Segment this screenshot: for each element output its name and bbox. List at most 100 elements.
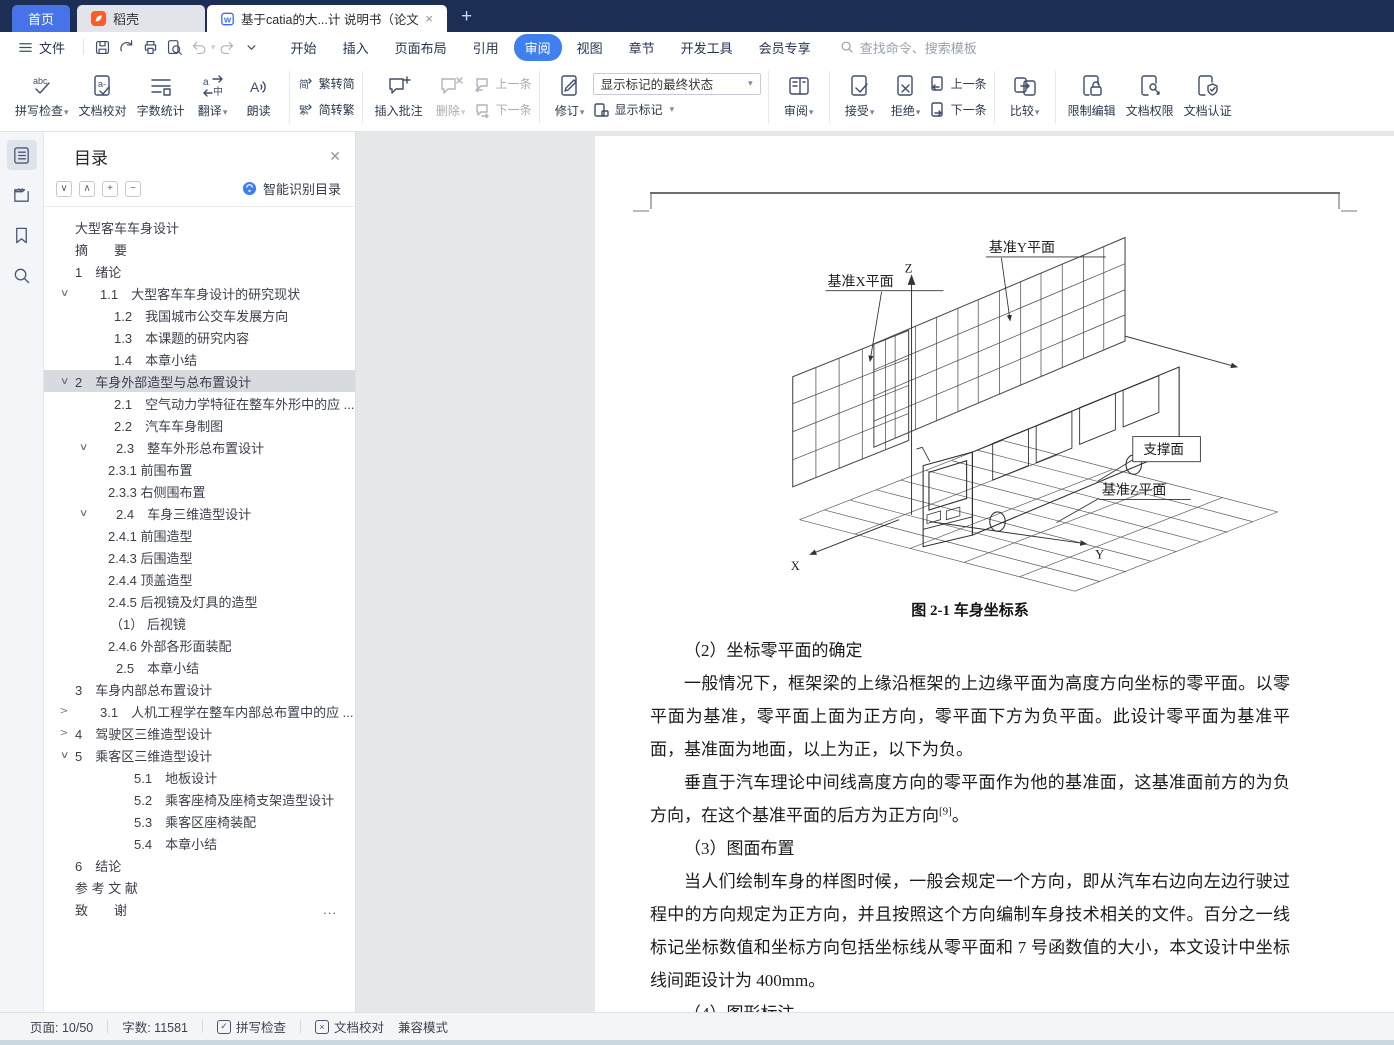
accept-change-button[interactable]: 接受▾	[837, 72, 883, 121]
toc-item[interactable]: 5.1 地板设计	[44, 766, 355, 788]
toc-item[interactable]: 5.2 乘客座椅及座椅支架造型设计	[44, 788, 355, 810]
toc-item[interactable]: 2.4.6 外部各形面装配	[44, 634, 355, 656]
tab-document[interactable]: W 基于catia的大...计 说明书（论文） ×	[207, 5, 447, 32]
menu-tab-插入[interactable]: 插入	[332, 34, 380, 61]
smart-toc-button[interactable]: 智能识别目录	[242, 179, 341, 198]
toc-item[interactable]: 2.4.3 后围造型	[44, 546, 355, 568]
bookmark-button[interactable]	[7, 220, 37, 250]
doc-proof-status[interactable]: × 文档校对	[315, 1017, 384, 1036]
find-button[interactable]	[7, 260, 37, 290]
markup-state-select[interactable]: 显示标记的最终状态 ▾	[592, 72, 761, 95]
delete-comment-button[interactable]: 删除▾	[428, 72, 474, 121]
chevron-right-icon[interactable]: >	[60, 728, 68, 739]
toc-item[interactable]: 1 绪论	[44, 260, 355, 282]
chevron-right-icon[interactable]: >	[60, 706, 68, 717]
toc-item[interactable]: 2.3.3 右侧围布置	[44, 480, 355, 502]
menu-tab-会员专享[interactable]: 会员专享	[748, 34, 822, 61]
prev-change-button[interactable]: 上一条	[929, 73, 987, 95]
collapse-all-button[interactable]: ∧	[79, 180, 95, 197]
reject-change-button[interactable]: 拒绝▾	[883, 72, 929, 121]
toc-item[interactable]: ∨ 2 车身外部造型与总布置设计	[44, 370, 355, 392]
document-page[interactable]: 基准X平面 基准Y平面 支撑面 基准Z平面 Z X Y 图 2-1 车身坐标系 …	[595, 136, 1394, 1012]
toc-item[interactable]: 5.3 乘客区座椅装配	[44, 810, 355, 832]
next-comment-button[interactable]: 下一条	[474, 99, 532, 121]
toc-item[interactable]: 致 谢...	[44, 898, 355, 920]
menu-tab-视图[interactable]: 视图	[566, 34, 614, 61]
menu-tab-开发工具[interactable]: 开发工具	[670, 34, 744, 61]
review-pane-button[interactable]: 审阅▾	[776, 72, 822, 121]
print-button[interactable]	[138, 36, 162, 58]
chevron-down-icon[interactable]: ∨	[79, 442, 89, 453]
tab-home[interactable]: 首页	[12, 5, 70, 32]
redo-button[interactable]	[216, 36, 240, 58]
document-area[interactable]: 基准X平面 基准Y平面 支撑面 基准Z平面 Z X Y 图 2-1 车身坐标系 …	[356, 132, 1394, 1012]
toc-item[interactable]: ∨ 5 乘客区三维造型设计	[44, 744, 355, 766]
toc-item[interactable]: 参 考 文 献	[44, 876, 355, 898]
doc-auth-button[interactable]: 文档认证	[1179, 72, 1237, 121]
insert-comment-button[interactable]: 插入批注	[370, 72, 428, 121]
toc-item[interactable]: 2.5 本章小结	[44, 656, 355, 678]
toc-item[interactable]: >3.1 人机工程学在整车内部总布置中的应 ...	[44, 700, 355, 722]
toc-item[interactable]: 2.1 空气动力学特征在整车外形中的应 ...	[44, 392, 355, 414]
export-button[interactable]	[114, 36, 138, 58]
tab-docer[interactable]: 稻壳	[77, 5, 205, 32]
toc-item[interactable]: 6 结论	[44, 854, 355, 876]
toc-item[interactable]: 2.3.1 前围布置	[44, 458, 355, 480]
new-tab-button[interactable]: +	[461, 6, 472, 28]
toc-item[interactable]: >4 驾驶区三维造型设计	[44, 722, 355, 744]
restrict-edit-button[interactable]: 限制编辑	[1063, 72, 1121, 121]
close-tab-icon[interactable]: ×	[425, 11, 433, 26]
menu-tab-审阅[interactable]: 审阅	[513, 33, 562, 61]
toc-item[interactable]: 3 车身内部总布置设计	[44, 678, 355, 700]
comment-tag-button[interactable]	[7, 180, 37, 210]
show-markup-button[interactable]: 显示标记 ▾	[593, 99, 761, 121]
read-aloud-button[interactable]: A 朗读	[236, 72, 282, 121]
toc-panel-button[interactable]	[6, 140, 37, 170]
chevron-down-icon[interactable]: ∨	[60, 376, 70, 387]
trad-to-simp-button[interactable]: 简 繁转简	[297, 73, 355, 95]
customize-quickbar-button[interactable]	[240, 36, 264, 58]
document-body[interactable]: （2）坐标零平面的确定 一般情况下，框架梁的上缘沿框架的上边缘平面为高度方向坐标…	[650, 634, 1290, 1012]
toc-item[interactable]: 5.4 本章小结	[44, 832, 355, 854]
zoom-in-toc-button[interactable]: +	[102, 180, 118, 197]
toc-item[interactable]: 2.4.5 后视镜及灯具的造型	[44, 590, 355, 612]
toc-item[interactable]: 1.2 我国城市公交车发展方向	[44, 304, 355, 326]
chevron-down-icon[interactable]: ∨	[79, 508, 89, 519]
toc-item[interactable]: 2.2 汽车车身制图	[44, 414, 355, 436]
prev-comment-button[interactable]: 上一条	[474, 73, 532, 95]
toc-item[interactable]: ∨ 1.1 大型客车车身设计的研究现状	[44, 282, 355, 304]
toc-item[interactable]: 1.4 本章小结	[44, 348, 355, 370]
doc-proof-button[interactable]: a- 文档校对	[74, 72, 132, 121]
menu-tab-章节[interactable]: 章节	[618, 34, 666, 61]
close-toc-icon[interactable]: ✕	[329, 148, 341, 165]
chevron-down-icon[interactable]: ∨	[60, 750, 70, 761]
next-change-button[interactable]: 下一条	[929, 99, 987, 121]
word-count-button[interactable]: 字数统计	[132, 72, 190, 121]
toc-item[interactable]: 2.4.1 前围造型	[44, 524, 355, 546]
translate-button[interactable]: a中 翻译▾	[190, 72, 236, 121]
expand-all-button[interactable]: ∨	[56, 180, 72, 197]
spell-check-button[interactable]: abc 拼写检查▾	[10, 72, 74, 121]
spell-check-status[interactable]: ✓ 拼写检查	[217, 1017, 286, 1036]
toc-item[interactable]: 2.4.4 顶盖造型	[44, 568, 355, 590]
chevron-down-icon[interactable]: ∨	[60, 288, 70, 299]
menu-tab-页面布局[interactable]: 页面布局	[384, 34, 458, 61]
command-search-input[interactable]: 查找命令、搜索模板	[840, 38, 977, 57]
toc-item[interactable]: 大型客车车身设计	[44, 216, 355, 238]
undo-button[interactable]	[186, 36, 210, 58]
toc-item[interactable]: 1.3 本课题的研究内容	[44, 326, 355, 348]
menu-tab-引用[interactable]: 引用	[462, 34, 510, 61]
save-button[interactable]	[90, 36, 114, 58]
zoom-out-toc-button[interactable]: −	[125, 180, 141, 197]
toc-item[interactable]: ∨ 2.3 整车外形总布置设计	[44, 436, 355, 458]
print-preview-button[interactable]	[162, 36, 186, 58]
compare-button[interactable]: 比较▾	[1002, 72, 1048, 121]
toc-item[interactable]: 摘 要	[44, 238, 355, 260]
simp-to-trad-button[interactable]: 繁 简转繁	[297, 99, 355, 121]
toc-item[interactable]: ∨ 2.4 车身三维造型设计	[44, 502, 355, 524]
toc-more-button[interactable]: ...	[323, 902, 337, 917]
toc-item[interactable]: （1） 后视镜	[44, 612, 355, 634]
file-menu-button[interactable]: 文件	[0, 38, 77, 57]
track-changes-button[interactable]: 修订▾	[547, 72, 593, 121]
menu-tab-开始[interactable]: 开始	[280, 34, 328, 61]
